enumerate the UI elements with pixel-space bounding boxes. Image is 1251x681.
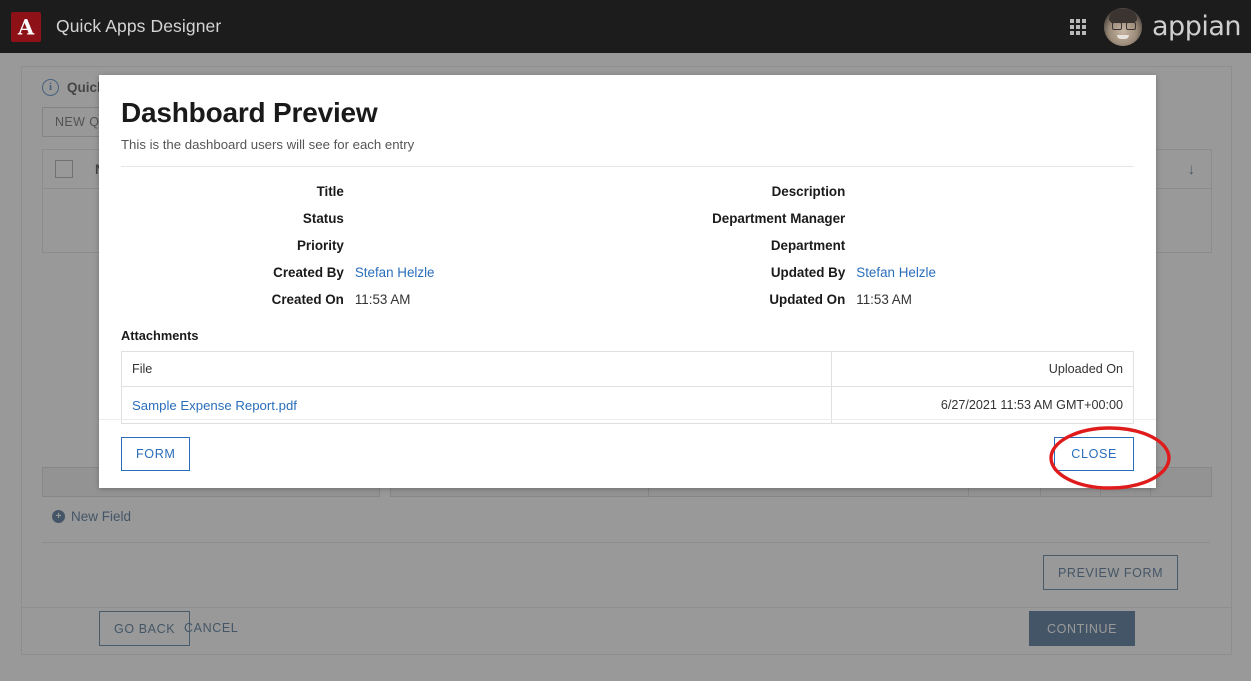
avatar-glasses-left-lens: [1112, 21, 1123, 30]
grid-dot: [1076, 18, 1081, 23]
field-label-updated-by: Updated By: [770, 265, 846, 281]
field-row: Department: [628, 237, 1135, 254]
field-row: Updated By Stefan Helzle: [628, 264, 1135, 281]
grid-dot: [1082, 24, 1087, 29]
attachment-file-cell: Sample Expense Report.pdf: [122, 387, 832, 424]
field-row: Description: [628, 183, 1135, 200]
grid-dot: [1082, 30, 1087, 35]
application-header: A Quick Apps Designer appian: [0, 0, 1251, 53]
field-value-updated-by[interactable]: Stefan Helzle: [845, 264, 1134, 281]
field-row: Department Manager: [628, 210, 1135, 227]
column-header-uploaded-on[interactable]: Uploaded On: [832, 352, 1133, 386]
avatar-glasses-right-lens: [1126, 21, 1137, 30]
field-row: Created By Stefan Helzle: [121, 264, 628, 281]
avatar-hair: [1109, 8, 1138, 22]
attachment-file-link[interactable]: Sample Expense Report.pdf: [132, 398, 297, 413]
page-title: Quick Apps Designer: [56, 16, 222, 36]
field-label-updated-on: Updated On: [769, 292, 846, 308]
grid-dot: [1082, 18, 1087, 23]
dashboard-preview-dialog: Dashboard Preview This is the dashboard …: [99, 75, 1156, 488]
app-grid-icon[interactable]: [1070, 18, 1087, 35]
field-column-right: Description Department Manager Departmen…: [628, 183, 1135, 318]
field-row: Title: [121, 183, 628, 200]
field-value-created-by[interactable]: Stefan Helzle: [344, 264, 628, 281]
column-header-file[interactable]: File: [122, 352, 832, 387]
grid-dot: [1076, 30, 1081, 35]
field-value-created-on: 11:53 AM: [354, 292, 411, 308]
grid-dot: [1070, 30, 1075, 35]
attachments-header-row: File Uploaded On: [122, 352, 1133, 388]
field-label-status: Status: [302, 211, 344, 227]
field-row: Created On 11:53 AM: [121, 291, 628, 308]
field-row: Priority: [121, 237, 628, 254]
field-label-department: Department: [770, 238, 846, 254]
preview-field-grid: Title Status Priority Created By Stefan …: [121, 167, 1134, 318]
dialog-title: Dashboard Preview: [121, 97, 378, 128]
field-value-updated-on: 11:53 AM: [856, 292, 912, 308]
field-label-department-manager: Department Manager: [712, 211, 846, 227]
user-avatar[interactable]: [1104, 7, 1143, 46]
field-label-title: Title: [316, 184, 344, 200]
appian-compass-logo[interactable]: A: [11, 11, 41, 42]
attachments-table: File Uploaded On Sample Expense Report.p…: [121, 351, 1134, 425]
close-button[interactable]: CLOSE: [1054, 437, 1134, 471]
attachment-uploaded-on-cell: 6/27/2021 11:53 AM GMT+00:00: [940, 398, 1123, 413]
field-label-created-on: Created On: [271, 292, 344, 308]
table-row: Sample Expense Report.pdf 6/27/2021 11:5…: [122, 387, 1133, 424]
field-label-created-by: Created By: [273, 265, 344, 281]
dialog-footer: FORM CLOSE: [99, 419, 1156, 488]
field-row: Updated On 11:53 AM: [628, 291, 1135, 308]
field-label-description: Description: [771, 184, 846, 200]
grid-dot: [1070, 18, 1075, 23]
logo-glyph: A: [17, 14, 35, 39]
field-label-priority: Priority: [296, 238, 344, 254]
header-actions: appian: [1070, 7, 1251, 46]
form-button[interactable]: FORM: [121, 437, 191, 471]
field-column-left: Title Status Priority Created By Stefan …: [121, 183, 628, 318]
avatar-smile: [1117, 34, 1130, 39]
dialog-subtitle: This is the dashboard users will see for…: [121, 137, 415, 153]
grid-dot: [1076, 24, 1081, 29]
field-row: Status: [121, 210, 628, 227]
appian-wordmark: appian: [1152, 11, 1241, 42]
attachments-section-title: Attachments: [121, 328, 199, 344]
grid-dot: [1070, 24, 1075, 29]
